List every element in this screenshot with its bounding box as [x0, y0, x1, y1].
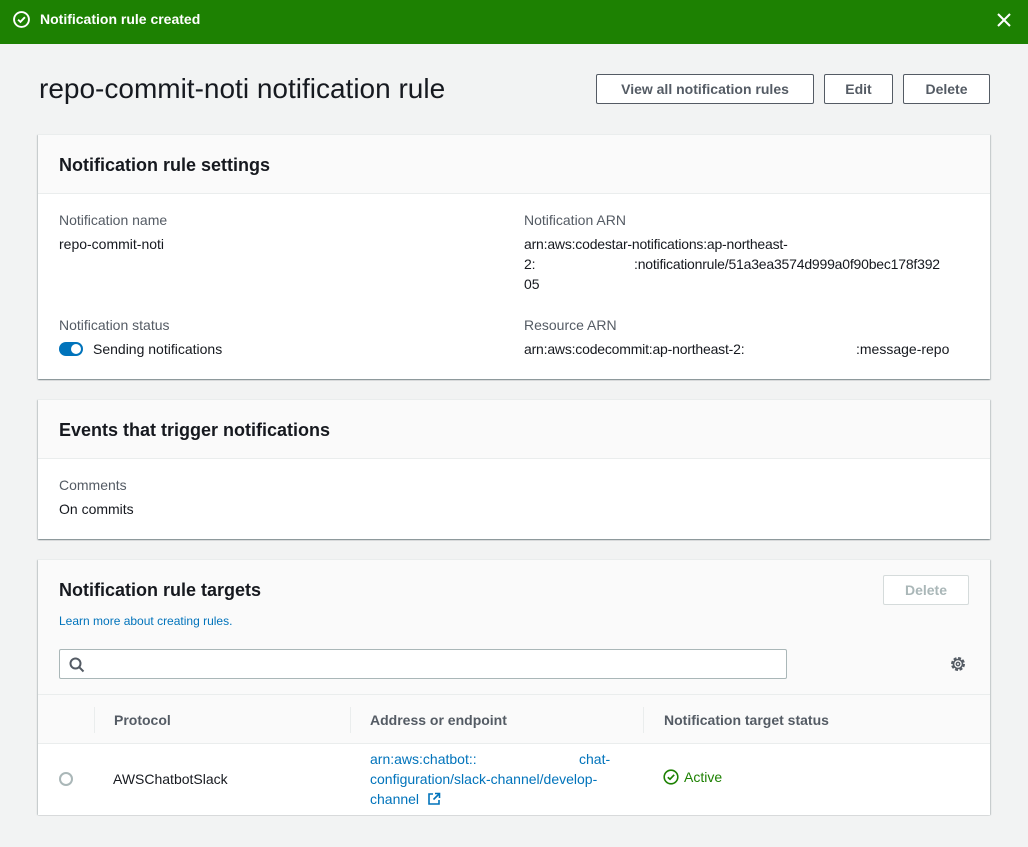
- protocol-cell: AWSChatbotSlack: [113, 771, 228, 787]
- resource-arn-suffix: :message-repo: [856, 341, 950, 357]
- delete-target-button[interactable]: Delete: [883, 575, 969, 605]
- settings-panel-header: Notification rule settings: [38, 135, 990, 194]
- notification-arn-line1: arn:aws:codestar-notifications:ap-northe…: [524, 236, 788, 252]
- event-category-value: On commits: [59, 501, 134, 517]
- address-cell: arn:aws:chatbot:: chat- configuration/sl…: [370, 749, 630, 809]
- status-indicator: Active: [663, 769, 722, 785]
- column-header-address[interactable]: Address or endpoint: [370, 711, 507, 729]
- flash-message: Notification rule created: [40, 11, 201, 27]
- event-category-label: Comments: [59, 477, 127, 493]
- column-header-status[interactable]: Notification target status: [664, 711, 829, 729]
- check-circle-icon: [663, 769, 679, 785]
- column-divider: [350, 707, 351, 733]
- page-title: repo-commit-noti notification rule: [39, 73, 446, 104]
- row-select-radio[interactable]: [59, 772, 73, 786]
- notification-arn-line2-suffix: :notificationrule/51a3ea3574d999a0f90bec…: [634, 256, 940, 272]
- notification-status-label: Notification status: [59, 317, 170, 333]
- notification-arn-label: Notification ARN: [524, 212, 626, 228]
- search-input[interactable]: [59, 649, 787, 679]
- table-row: AWSChatbotSlack arn:aws:chatbot:: chat- …: [38, 744, 990, 815]
- address-link-line1-suffix[interactable]: chat-: [579, 749, 610, 769]
- events-panel-title: Events that trigger notifications: [59, 420, 331, 440]
- column-divider: [643, 707, 644, 733]
- check-circle-icon: [13, 11, 30, 28]
- column-divider: [94, 707, 95, 733]
- resource-arn-prefix: arn:aws:codecommit:ap-northeast-2:: [524, 341, 745, 357]
- targets-table-header: Protocol Address or endpoint Notificatio…: [38, 694, 990, 744]
- targets-panel-title: Notification rule targets: [59, 580, 262, 600]
- notification-status-value: Sending notifications: [93, 341, 223, 357]
- address-link-line1-prefix[interactable]: arn:aws:chatbot::: [370, 751, 477, 767]
- events-panel-header: Events that trigger notifications: [38, 400, 990, 459]
- address-link-line3[interactable]: channel: [370, 791, 419, 807]
- targets-panel: Notification rule targets Learn more abo…: [38, 559, 990, 815]
- notification-arn-line3: 05: [524, 276, 540, 292]
- notification-name-label: Notification name: [59, 212, 168, 228]
- resource-arn-label: Resource ARN: [524, 317, 617, 333]
- gear-icon[interactable]: [949, 655, 967, 673]
- notification-status-toggle[interactable]: [59, 342, 83, 356]
- delete-rule-button[interactable]: Delete: [903, 74, 990, 104]
- status-text: Active: [684, 769, 723, 785]
- notification-name-value: repo-commit-noti: [59, 236, 165, 252]
- events-panel: Events that trigger notifications Commen…: [38, 399, 990, 539]
- success-flash-banner: Notification rule created: [0, 0, 1028, 44]
- search-icon: [69, 657, 85, 673]
- notification-rule-settings-panel: Notification rule settings Notification …: [38, 134, 990, 379]
- external-link-icon: [428, 792, 441, 805]
- view-all-notification-rules-button[interactable]: View all notification rules: [596, 74, 814, 104]
- notification-arn-line2-prefix: 2:: [524, 256, 536, 272]
- edit-button[interactable]: Edit: [824, 74, 893, 104]
- settings-panel-title: Notification rule settings: [59, 155, 271, 175]
- learn-more-link[interactable]: Learn more about creating rules.: [59, 613, 232, 629]
- column-header-protocol[interactable]: Protocol: [114, 711, 171, 729]
- close-icon[interactable]: [996, 12, 1012, 28]
- address-link-line2[interactable]: configuration/slack-channel/develop-: [370, 769, 630, 789]
